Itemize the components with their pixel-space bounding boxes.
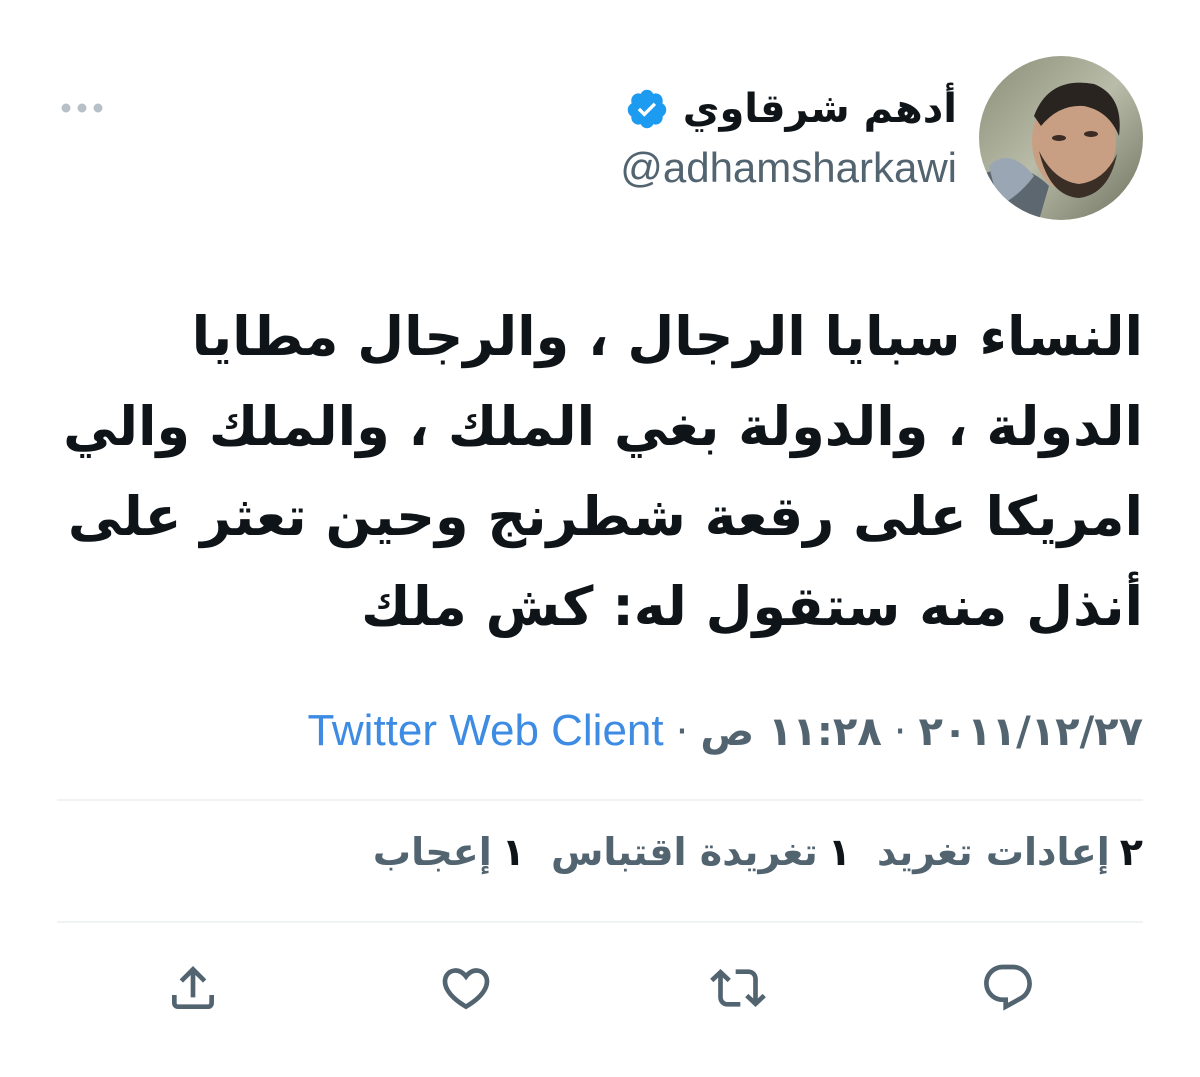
display-name[interactable]: أدهم شرقاوي bbox=[683, 82, 957, 136]
likes-label: إعجاب bbox=[372, 830, 492, 874]
likes-stat[interactable]: ١إعجاب bbox=[373, 830, 525, 874]
tweet-card: أدهم شرقاوي @adhamsharkawi النساء سبايا … bbox=[0, 0, 1200, 1077]
verified-badge-icon bbox=[625, 87, 669, 131]
quotes-label: تغريدة اقتباس bbox=[550, 830, 818, 874]
tweet-source-link[interactable]: Twitter Web Client bbox=[307, 706, 663, 756]
share-button[interactable] bbox=[165, 960, 221, 1016]
tweet-time[interactable]: ١١:٢٨ ص bbox=[700, 709, 881, 755]
likes-count: ١ bbox=[501, 830, 525, 874]
like-button[interactable] bbox=[438, 960, 494, 1016]
avatar-photo bbox=[979, 56, 1143, 220]
tweet-meta: ٢٠١١/١٢/٢٧ · ١١:٢٨ ص · Twitter Web Clien… bbox=[307, 706, 1143, 756]
divider bbox=[57, 799, 1143, 801]
tweet-date[interactable]: ٢٠١١/١٢/٢٧ bbox=[918, 709, 1143, 755]
reply-button[interactable] bbox=[980, 960, 1036, 1016]
author-block[interactable]: أدهم شرقاوي @adhamsharkawi bbox=[620, 82, 957, 192]
tweet-text: النساء سبايا الرجال ، والرجال مطايا الدو… bbox=[63, 305, 1143, 638]
divider bbox=[57, 921, 1143, 923]
retweet-icon bbox=[710, 969, 766, 1007]
meta-separator: · bbox=[893, 709, 907, 755]
share-icon bbox=[172, 966, 214, 1009]
retweets-count: ٢ bbox=[1119, 830, 1143, 874]
meta-separator: · bbox=[675, 709, 689, 755]
name-row: أدهم شرقاوي bbox=[625, 82, 957, 136]
reply-icon bbox=[984, 964, 1032, 1011]
heart-icon bbox=[442, 968, 490, 1010]
quotes-stat[interactable]: ١تغريدة اقتباس bbox=[551, 830, 851, 874]
user-handle[interactable]: @adhamsharkawi bbox=[620, 144, 957, 192]
avatar[interactable] bbox=[979, 56, 1143, 220]
retweets-label: إعادات تغريد bbox=[877, 830, 1110, 874]
retweets-stat[interactable]: ٢إعادات تغريد bbox=[877, 830, 1143, 874]
tweet-stats: ٢إعادات تغريد ١تغريدة اقتباس ١إعجاب bbox=[373, 830, 1143, 874]
more-options-icon[interactable] bbox=[60, 98, 104, 118]
quotes-count: ١ bbox=[827, 830, 852, 874]
retweet-button[interactable] bbox=[710, 960, 766, 1016]
